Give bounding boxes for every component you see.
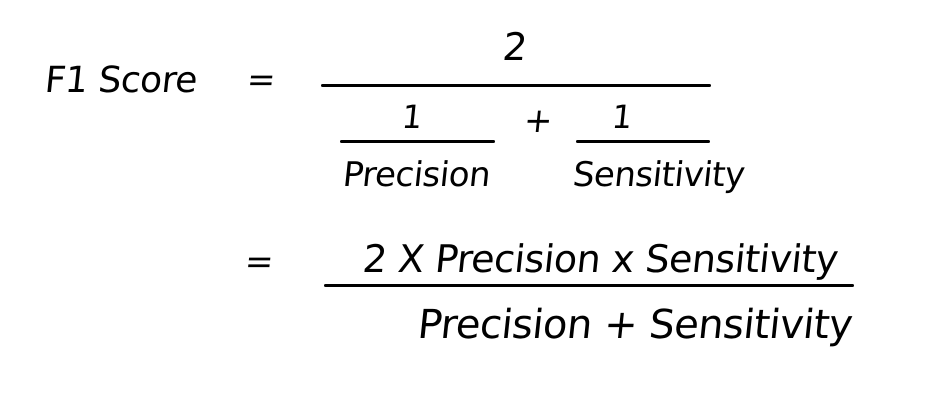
equals-sign-2: = bbox=[242, 242, 276, 282]
sensitivity-reciprocal-bar bbox=[576, 140, 710, 143]
simplified-fraction-bar bbox=[324, 284, 854, 287]
sensitivity-reciprocal-denominator: Sensitivity bbox=[570, 155, 747, 195]
precision-reciprocal-denominator: Precision bbox=[340, 155, 493, 195]
simplified-fraction-numerator: 2 X Precision x Sensitivity bbox=[360, 237, 841, 281]
f1-score-formula: F1 Score = 2 1 Precision + 1 Sensitivity… bbox=[0, 0, 952, 406]
precision-reciprocal-bar bbox=[340, 140, 495, 143]
sensitivity-reciprocal-numerator: 1 bbox=[610, 98, 634, 136]
main-fraction-bar bbox=[321, 84, 711, 87]
precision-reciprocal-numerator: 1 bbox=[400, 98, 424, 136]
main-fraction-numerator: 2 bbox=[500, 25, 529, 69]
formula-lhs: F1 Score bbox=[42, 60, 200, 101]
simplified-fraction-denominator: Precision + Sensitivity bbox=[415, 302, 855, 348]
equals-sign-1: = bbox=[244, 60, 278, 100]
plus-operator: + bbox=[521, 101, 555, 141]
